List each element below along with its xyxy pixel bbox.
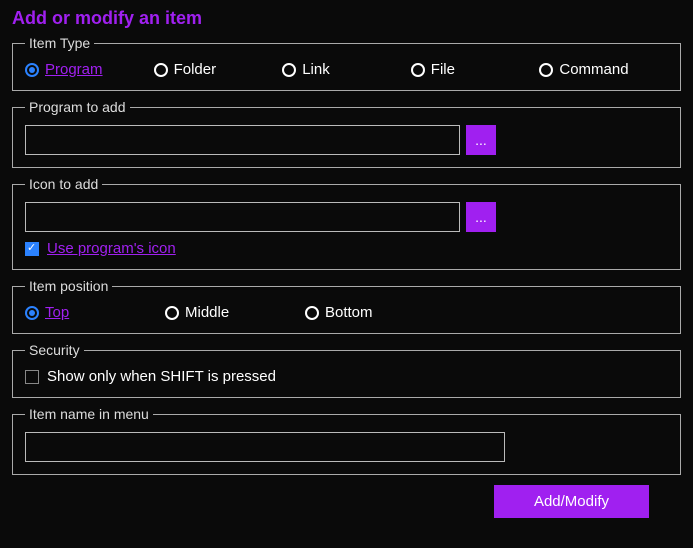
icon-path-input[interactable] (25, 202, 460, 232)
radio-program-label: Program (45, 61, 103, 78)
program-input-row: ... (25, 125, 668, 155)
program-to-add-legend: Program to add (25, 99, 130, 115)
program-to-add-group: Program to add ... (12, 99, 681, 168)
radio-bottom[interactable]: Bottom (305, 304, 445, 321)
radio-folder[interactable]: Folder (154, 61, 283, 78)
radio-top[interactable]: Top (25, 304, 165, 321)
add-modify-button[interactable]: Add/Modify (494, 485, 649, 518)
radio-bottom-label: Bottom (325, 304, 373, 321)
radio-command[interactable]: Command (539, 61, 668, 78)
item-position-legend: Item position (25, 278, 112, 294)
security-legend: Security (25, 342, 84, 358)
program-browse-button[interactable]: ... (466, 125, 496, 155)
icon-input-row: ... (25, 202, 668, 232)
radio-icon (154, 63, 168, 77)
shift-only-checkbox[interactable]: Show only when SHIFT is pressed (25, 368, 668, 385)
footer: Add/Modify (12, 483, 681, 518)
radio-icon (539, 63, 553, 77)
radio-icon (165, 306, 179, 320)
item-name-group: Item name in menu (12, 406, 681, 475)
item-type-legend: Item Type (25, 35, 94, 51)
radio-file-label: File (431, 61, 455, 78)
use-program-icon-checkbox[interactable]: Use program's icon (25, 240, 668, 257)
radio-file[interactable]: File (411, 61, 540, 78)
radio-middle[interactable]: Middle (165, 304, 305, 321)
checkbox-icon (25, 242, 39, 256)
program-path-input[interactable] (25, 125, 460, 155)
icon-to-add-group: Icon to add ... Use program's icon (12, 176, 681, 270)
radio-middle-label: Middle (185, 304, 229, 321)
radio-icon (282, 63, 296, 77)
add-modify-item-window: Add or modify an item Item Type Program … (0, 0, 693, 530)
radio-icon (305, 306, 319, 320)
item-name-legend: Item name in menu (25, 406, 153, 422)
item-name-input[interactable] (25, 432, 505, 462)
radio-command-label: Command (559, 61, 628, 78)
shift-only-label: Show only when SHIFT is pressed (47, 368, 276, 385)
checkbox-icon (25, 370, 39, 384)
radio-icon (25, 63, 39, 77)
icon-browse-button[interactable]: ... (466, 202, 496, 232)
item-type-group: Item Type Program Folder Link File Comma… (12, 35, 681, 91)
item-position-group: Item position Top Middle Bottom (12, 278, 681, 334)
item-type-radio-row: Program Folder Link File Command (25, 61, 668, 78)
icon-to-add-legend: Icon to add (25, 176, 102, 192)
radio-folder-label: Folder (174, 61, 217, 78)
radio-top-label: Top (45, 304, 69, 321)
radio-icon (25, 306, 39, 320)
radio-link-label: Link (302, 61, 330, 78)
radio-program[interactable]: Program (25, 61, 154, 78)
item-position-radio-row: Top Middle Bottom (25, 304, 668, 321)
security-group: Security Show only when SHIFT is pressed (12, 342, 681, 398)
radio-icon (411, 63, 425, 77)
use-program-icon-label: Use program's icon (47, 240, 176, 257)
page-title: Add or modify an item (12, 8, 681, 29)
radio-link[interactable]: Link (282, 61, 411, 78)
